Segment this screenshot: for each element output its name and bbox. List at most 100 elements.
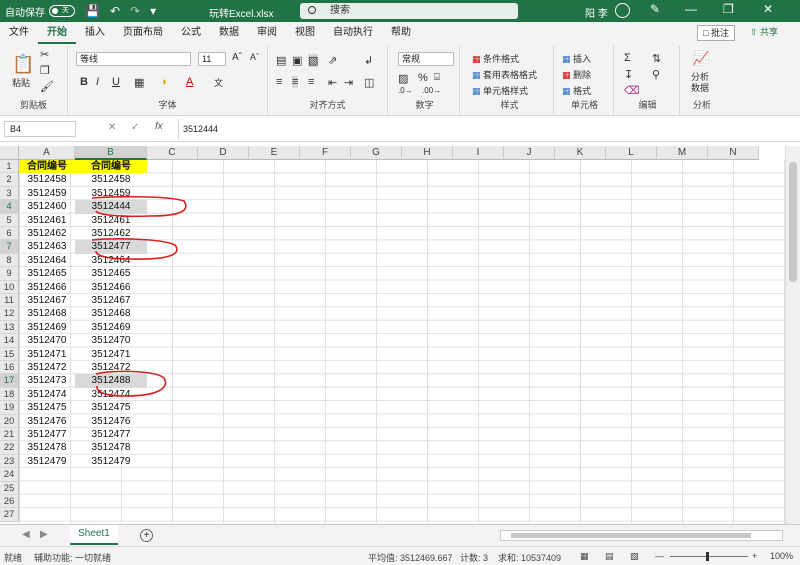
cell-b15[interactable]: 3512471 <box>75 348 147 361</box>
tab-view[interactable]: 视图 <box>286 22 324 44</box>
cell-b19[interactable]: 3512475 <box>75 401 147 414</box>
cell-a22[interactable]: 3512478 <box>19 441 75 454</box>
prev-sheet-icon[interactable]: ◀ <box>22 529 30 540</box>
cell-b18[interactable]: 3512474 <box>75 388 147 401</box>
row-header-19[interactable]: 19 <box>0 401 19 415</box>
cell-a18[interactable]: 3512474 <box>19 388 75 401</box>
decrease-indent-icon[interactable]: ⇤ <box>328 76 337 89</box>
cell-a2[interactable]: 3512458 <box>19 173 75 186</box>
format-as-table-button[interactable]: ▦ 套用表格格式 <box>472 68 537 81</box>
cell-b5[interactable]: 3512461 <box>75 214 147 227</box>
analyze-data-icon[interactable]: 📈 <box>692 50 709 67</box>
cell-b13[interactable]: 3512469 <box>75 321 147 334</box>
cancel-edit-icon[interactable]: ✕ <box>108 122 116 133</box>
wrap-text-icon[interactable]: ↲ <box>364 54 373 67</box>
cell-a19[interactable]: 3512475 <box>19 401 75 414</box>
cell-a4[interactable]: 3512460 <box>19 200 75 213</box>
spreadsheet-grid[interactable]: A B C D E F G H I J K L M N 1 2 3 4 5 6 7 8 9 10 11 12 13 14 15 16 17 1… <box>0 146 785 524</box>
font-color-icon[interactable]: A <box>186 76 193 88</box>
share-button[interactable]: ⇧ 共享 <box>750 25 778 41</box>
row-header-9[interactable]: 9 <box>0 267 19 281</box>
italic-button[interactable]: I <box>96 76 99 88</box>
comma-style-icon[interactable]: ⌸ <box>434 72 440 83</box>
cell-b8[interactable]: 3512464 <box>75 254 147 267</box>
cell-b14[interactable]: 3512470 <box>75 334 147 347</box>
cell-b6[interactable]: 3512462 <box>75 227 147 240</box>
row-header-6[interactable]: 6 <box>0 227 19 241</box>
cell-a16[interactable]: 3512472 <box>19 361 75 374</box>
cell-b1[interactable]: 合同编号 <box>75 160 147 174</box>
row-header-21[interactable]: 21 <box>0 428 19 442</box>
cell-b23[interactable]: 3512479 <box>75 455 147 468</box>
font-name-select[interactable]: 等线 <box>76 52 191 66</box>
column-header-i[interactable]: I <box>453 146 504 160</box>
sort-filter-icon[interactable]: ⇅ <box>652 52 661 65</box>
vertical-scroll-thumb[interactable] <box>789 162 797 282</box>
format-painter-icon[interactable]: 🖌 <box>40 80 54 93</box>
row-header-8[interactable]: 8 <box>0 253 19 268</box>
column-header-h[interactable]: H <box>402 146 453 160</box>
autosave-toggle[interactable]: 关 <box>49 5 75 17</box>
select-all-corner[interactable] <box>0 146 19 160</box>
cell-b16[interactable]: 3512472 <box>75 361 147 374</box>
cell-b4[interactable]: 3512444 <box>75 200 147 214</box>
next-sheet-icon[interactable]: ▶ <box>40 529 48 540</box>
row-header-2[interactable]: 2 <box>0 173 19 187</box>
conditional-formatting-button[interactable]: ▦ 条件格式 <box>472 52 519 65</box>
row-header-15[interactable]: 15 <box>0 347 19 361</box>
row-header-10[interactable]: 10 <box>0 280 19 294</box>
tab-review[interactable]: 审阅 <box>248 22 286 44</box>
row-header-3[interactable]: 3 <box>0 186 19 201</box>
autosum-icon[interactable]: Σ <box>624 52 631 64</box>
zoom-slider[interactable] <box>670 552 748 561</box>
align-bottom-icon[interactable]: ▧ <box>308 54 319 67</box>
normal-view-icon[interactable]: ▦ <box>580 551 589 562</box>
column-header-k[interactable]: K <box>555 146 606 160</box>
clear-icon[interactable]: ⌫ <box>624 84 640 97</box>
merge-center-icon[interactable]: ◫ <box>364 76 374 89</box>
fill-color-icon[interactable]: ◑ <box>160 76 167 88</box>
row-header-4[interactable]: 4 <box>0 200 19 214</box>
cell-b12[interactable]: 3512468 <box>75 307 147 320</box>
accessibility-status[interactable]: 辅助功能: 一切就绪 <box>34 551 111 564</box>
name-box[interactable]: B4 <box>4 121 76 137</box>
row-header-20[interactable]: 20 <box>0 414 19 428</box>
cell-b20[interactable]: 3512476 <box>75 415 147 428</box>
copy-icon[interactable]: ❐ <box>40 64 50 77</box>
delete-cells-button[interactable]: ▦ 删除 <box>562 68 591 81</box>
cell-a5[interactable]: 3512461 <box>19 214 75 227</box>
tab-home[interactable]: 开始 <box>38 22 76 44</box>
horizontal-scroll-thumb[interactable] <box>511 533 751 538</box>
cell-b21[interactable]: 3512477 <box>75 428 147 441</box>
zoom-in-icon[interactable]: + <box>752 551 757 561</box>
row-header-24[interactable]: 24 <box>0 468 19 482</box>
row-header-18[interactable]: 18 <box>0 387 19 402</box>
column-header-d[interactable]: D <box>198 146 249 160</box>
confirm-edit-icon[interactable]: ✓ <box>131 122 139 133</box>
search-box[interactable]: 搜索 <box>300 3 518 19</box>
cell-a20[interactable]: 3512476 <box>19 415 75 428</box>
zoom-slider-knob[interactable] <box>706 552 709 561</box>
cell-a8[interactable]: 3512464 <box>19 254 75 267</box>
row-header-16[interactable]: 16 <box>0 361 19 375</box>
align-right-icon[interactable]: ≡ <box>308 76 314 88</box>
tab-help[interactable]: 帮助 <box>382 22 420 44</box>
cell-b10[interactable]: 3512466 <box>75 281 147 294</box>
horizontal-scrollbar[interactable] <box>500 530 783 541</box>
decrease-font-icon[interactable]: Aˇ <box>250 52 259 62</box>
row-header-27[interactable]: 27 <box>0 508 19 522</box>
format-cells-button[interactable]: ▦ 格式 <box>562 84 591 97</box>
column-header-j[interactable]: J <box>504 146 555 160</box>
cell-a3[interactable]: 3512459 <box>19 187 75 200</box>
cell-a21[interactable]: 3512477 <box>19 428 75 441</box>
comments-button[interactable]: □ 批注 <box>697 25 735 41</box>
paste-button[interactable]: 粘贴 <box>12 76 30 89</box>
insert-function-button[interactable]: fx <box>155 121 163 132</box>
column-header-f[interactable]: F <box>300 146 351 160</box>
cut-icon[interactable]: ✂ <box>40 48 49 61</box>
fill-icon[interactable]: ↧ <box>624 68 633 81</box>
tab-formulas[interactable]: 公式 <box>172 22 210 44</box>
minimize-button[interactable]: — <box>685 2 697 16</box>
formula-input[interactable]: 3512444 <box>178 119 796 139</box>
page-break-view-icon[interactable]: ▧ <box>630 551 639 562</box>
